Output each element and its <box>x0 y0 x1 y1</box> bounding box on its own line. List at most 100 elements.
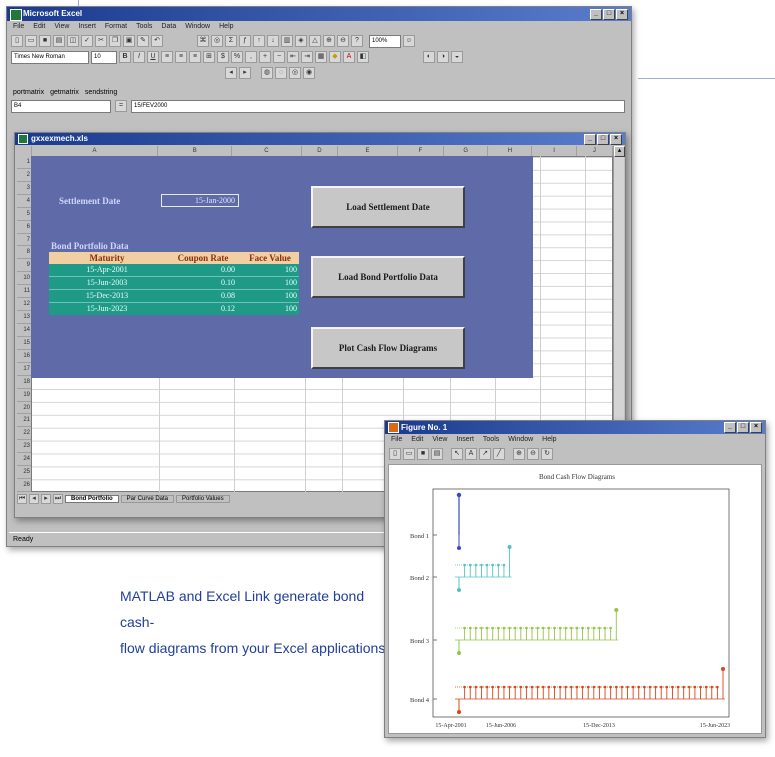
hyperlink-icon[interactable]: ⌘ <box>197 35 209 47</box>
draw-icon-2[interactable]: ◌ <box>275 67 287 79</box>
wb-maximize-icon[interactable]: □ <box>597 134 609 145</box>
col-header-g[interactable]: G <box>444 146 489 156</box>
row-header[interactable]: 10 <box>17 272 31 286</box>
fig-arrow-icon[interactable]: ↗ <box>479 447 491 460</box>
office-assistant-icon[interactable]: ☺ <box>403 35 415 47</box>
plot-cash-flow-button[interactable]: Plot Cash Flow Diagrams <box>311 327 465 369</box>
figure-title-bar[interactable]: Figure No. 1 _ □ × <box>385 421 765 434</box>
tab-first-icon[interactable]: ⏮ <box>17 494 27 504</box>
nav-right-icon[interactable]: ▸ <box>239 67 251 79</box>
currency-icon[interactable]: $ <box>217 51 229 63</box>
draw-icon-3[interactable]: ◎ <box>289 67 301 79</box>
load-settlement-date-button[interactable]: Load Settlement Date <box>311 186 465 228</box>
formula-input[interactable]: 15/FEV2000 <box>131 99 625 113</box>
help-icon[interactable]: ? <box>351 35 363 47</box>
tab-portfolio-values[interactable]: Portfolio Values <box>176 495 230 503</box>
maximize-icon[interactable]: □ <box>603 9 615 20</box>
fig-zoom-out-icon[interactable]: ⊖ <box>527 447 539 460</box>
menu-edit[interactable]: Edit <box>33 21 45 33</box>
row-header[interactable]: 6 <box>17 220 31 234</box>
zoom-select[interactable]: 100% <box>369 34 401 48</box>
table-row[interactable]: 15-Apr-2001 0.00 100 <box>49 264 299 277</box>
row-header[interactable]: 13 <box>17 311 31 324</box>
drawing-icon[interactable]: △ <box>309 35 321 47</box>
cut-icon[interactable]: ✂ <box>95 35 107 47</box>
close-icon[interactable]: × <box>616 9 628 20</box>
row-header[interactable]: 20 <box>17 401 31 415</box>
fig-menu-window[interactable]: Window <box>508 434 533 446</box>
align-right-icon[interactable]: ≡ <box>189 51 201 63</box>
excel-link-icon-1[interactable]: ◐ <box>423 51 435 63</box>
open-icon[interactable]: ▭ <box>25 35 37 47</box>
font-size-select[interactable]: 10 <box>91 50 117 64</box>
fig-maximize-icon[interactable]: □ <box>737 422 749 433</box>
row-header[interactable]: 19 <box>17 388 31 402</box>
fill-color-icon[interactable]: ◆ <box>329 51 341 63</box>
cell-face-value[interactable]: 100 <box>241 290 299 302</box>
zoom-in-icon[interactable]: ⊕ <box>323 35 335 47</box>
preview-icon[interactable]: ◫ <box>67 35 79 47</box>
row-header[interactable]: 1 <box>17 156 31 169</box>
fig-rotate-icon[interactable]: ↻ <box>541 447 553 460</box>
map-icon[interactable]: ◈ <box>295 35 307 47</box>
fig-menu-insert[interactable]: Insert <box>456 434 474 446</box>
font-color-icon[interactable]: A <box>343 51 355 63</box>
percent-icon[interactable]: % <box>231 51 243 63</box>
col-header-e[interactable]: E <box>338 146 398 156</box>
fig-menu-tools[interactable]: Tools <box>483 434 499 446</box>
row-header[interactable]: 26 <box>17 479 31 492</box>
save-icon[interactable]: ■ <box>39 35 51 47</box>
tab-last-icon[interactable]: ⏭ <box>53 494 63 504</box>
menu-format[interactable]: Format <box>105 21 127 33</box>
cell-face-value[interactable]: 100 <box>241 264 299 276</box>
align-center-icon[interactable]: ≡ <box>175 51 187 63</box>
row-header[interactable]: 23 <box>17 440 31 454</box>
new-icon[interactable]: ▯ <box>11 35 23 47</box>
cell-coupon-rate[interactable]: 0.12 <box>165 303 241 315</box>
row-header[interactable]: 22 <box>17 427 31 441</box>
copy-icon[interactable]: ❐ <box>109 35 121 47</box>
nav-left-icon[interactable]: ◂ <box>225 67 237 79</box>
sort-asc-icon[interactable]: ↑ <box>253 35 265 47</box>
zoom-out-icon[interactable]: ⊖ <box>337 35 349 47</box>
row-header[interactable]: 17 <box>17 362 31 376</box>
fig-open-icon[interactable]: ▭ <box>403 447 415 460</box>
col-header-b[interactable]: B <box>158 146 233 156</box>
italic-icon[interactable]: I <box>133 51 145 63</box>
col-header-h[interactable]: H <box>488 146 533 156</box>
row-header[interactable]: 2 <box>17 168 31 182</box>
table-row[interactable]: 15-Jun-2023 0.12 100 <box>49 303 299 315</box>
cell-maturity[interactable]: 15-Jun-2023 <box>49 303 165 315</box>
col-header-c[interactable]: C <box>232 146 302 156</box>
row-header[interactable]: 18 <box>17 375 31 389</box>
fig-menu-edit[interactable]: Edit <box>411 434 423 446</box>
row-header[interactable]: 14 <box>17 323 31 337</box>
settlement-value-cell[interactable]: 15-Jan-2000 <box>161 194 239 207</box>
col-header-f[interactable]: F <box>397 146 445 156</box>
fig-menu-file[interactable]: File <box>391 434 402 446</box>
fig-minimize-icon[interactable]: _ <box>724 422 736 433</box>
print-icon[interactable]: ▤ <box>53 35 65 47</box>
menu-data[interactable]: Data <box>161 21 176 33</box>
tab-next-icon[interactable]: ▸ <box>41 494 51 504</box>
underline-icon[interactable]: U <box>147 51 159 63</box>
menu-insert[interactable]: Insert <box>78 21 96 33</box>
row-header[interactable]: 25 <box>17 466 31 480</box>
fig-new-icon[interactable]: ▯ <box>389 447 401 460</box>
spelling-icon[interactable]: ✓ <box>81 35 93 47</box>
row-header[interactable]: 21 <box>17 414 31 428</box>
cell-maturity[interactable]: 15-Jun-2003 <box>49 277 165 289</box>
menu-file[interactable]: File <box>13 21 24 33</box>
row-header[interactable]: 7 <box>17 233 31 247</box>
paste-icon[interactable]: ▣ <box>123 35 135 47</box>
font-name-select[interactable]: Times New Roman <box>11 50 89 64</box>
menu-help[interactable]: Help <box>219 21 233 33</box>
row-header[interactable]: 8 <box>17 246 31 260</box>
menu-view[interactable]: View <box>54 21 69 33</box>
minimize-icon[interactable]: _ <box>590 9 602 20</box>
load-bond-portfolio-button[interactable]: Load Bond Portfolio Data <box>311 256 465 298</box>
fig-menu-help[interactable]: Help <box>542 434 556 446</box>
table-row[interactable]: 15-Dec-2013 0.08 100 <box>49 290 299 303</box>
select-all-corner[interactable] <box>17 146 32 156</box>
workbook-title-bar[interactable]: gxxexmech.xls _ □ × <box>15 133 625 145</box>
